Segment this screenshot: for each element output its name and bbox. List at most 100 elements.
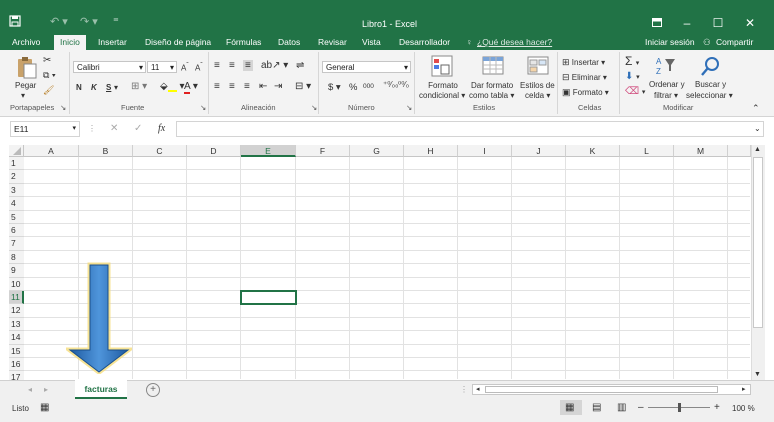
currency-button[interactable]: $ ▾ — [328, 82, 341, 93]
row-header-4[interactable]: 4 — [9, 197, 24, 211]
increase-indent-icon[interactable]: ⇥ — [274, 81, 282, 92]
borders-icon[interactable]: ⊞ ▾ — [131, 81, 147, 92]
delete-cells-button[interactable]: ⊟ Eliminar ▾ — [562, 72, 607, 83]
align-left-icon[interactable]: ≡ — [214, 81, 220, 92]
number-launcher-icon[interactable]: ↘ — [406, 103, 412, 112]
find-select-line2[interactable]: seleccionar ▾ — [686, 91, 733, 100]
column-header-I[interactable]: I — [458, 145, 512, 157]
align-bottom-icon[interactable]: ≡ — [243, 60, 253, 71]
italic-button[interactable]: K — [91, 83, 97, 92]
align-center-icon[interactable]: ≡ — [229, 81, 235, 92]
column-header-F[interactable]: F — [296, 145, 350, 157]
column-header-D[interactable]: D — [187, 145, 241, 157]
decrease-indent-icon[interactable]: ⇤ — [259, 81, 267, 92]
clipboard-launcher-icon[interactable]: ↘ — [60, 103, 66, 112]
minimize-button[interactable]: – — [672, 14, 702, 32]
scroll-down-icon[interactable]: ▼ — [754, 371, 761, 378]
redo-icon[interactable]: ↷ ▾ — [80, 15, 98, 28]
number-format-select[interactable]: General ▾ — [322, 61, 411, 73]
next-sheet-icon[interactable]: ▸ — [44, 385, 48, 394]
horizontal-scroll-thumb[interactable] — [485, 386, 718, 393]
maximize-button[interactable]: ☐ — [703, 14, 733, 32]
zoom-slider-thumb[interactable] — [678, 403, 681, 412]
insert-function-icon[interactable]: fx — [158, 123, 165, 134]
vertical-scroll-thumb[interactable] — [753, 157, 763, 328]
sheet-tab-facturas[interactable]: facturas — [75, 380, 127, 399]
font-name-select[interactable]: Calibri ▾ — [73, 61, 146, 73]
align-top-icon[interactable]: ≡ — [214, 60, 220, 71]
close-button[interactable]: ✕ — [735, 14, 765, 32]
find-select-line1[interactable]: Buscar y — [695, 80, 726, 89]
tab-vista[interactable]: Vista — [362, 35, 381, 50]
underline-dropdown-icon[interactable]: ▾ — [114, 83, 118, 92]
row-header-12[interactable]: 12 — [9, 304, 24, 318]
grow-font-icon[interactable]: Aˆ — [181, 62, 189, 73]
tab-datos[interactable]: Datos — [278, 35, 300, 50]
tell-me-input[interactable]: ¿Qué desea hacer? — [477, 35, 552, 50]
column-header-B[interactable]: B — [79, 145, 133, 157]
row-header-9[interactable]: 9 — [9, 264, 24, 278]
customize-qat-icon[interactable]: ⁼ — [113, 15, 119, 28]
merge-center-icon[interactable]: ⊟ ▾ — [295, 81, 311, 92]
sort-filter-line1[interactable]: Ordenar y — [649, 80, 685, 89]
name-box[interactable]: E11 ▾ — [10, 121, 80, 137]
decrease-decimal-icon[interactable]: ⁰⁰⁄₀ — [398, 80, 409, 89]
column-header-G[interactable]: G — [350, 145, 404, 157]
sort-filter-line2[interactable]: filtrar ▾ — [654, 91, 678, 100]
scroll-up-icon[interactable]: ▲ — [754, 146, 761, 153]
increase-decimal-icon[interactable]: ⁺⁰⁄₀₀ — [383, 80, 398, 89]
enter-entry-icon[interactable]: ✓ — [134, 123, 142, 134]
row-header-5[interactable]: 5 — [9, 210, 24, 224]
align-middle-icon[interactable]: ≡ — [229, 60, 235, 71]
underline-button[interactable]: S — [106, 83, 111, 92]
collapse-ribbon-icon[interactable]: ⌃ — [752, 103, 760, 114]
column-header-E[interactable]: E — [241, 145, 296, 157]
share-button[interactable]: Compartir — [716, 35, 753, 50]
active-cell-selection[interactable] — [240, 290, 297, 306]
tab-insertar[interactable]: Insertar — [98, 35, 127, 50]
zoom-in-icon[interactable]: + — [714, 402, 720, 413]
row-header-10[interactable]: 10 — [9, 277, 24, 291]
row-header-2[interactable]: 2 — [9, 170, 24, 184]
tab-desarrollador[interactable]: Desarrollador — [399, 35, 450, 50]
prev-sheet-icon[interactable]: ◂ — [28, 385, 32, 394]
row-header-11[interactable]: 11 — [9, 291, 24, 305]
page-layout-view-icon[interactable]: ▤ — [592, 402, 601, 413]
paste-label[interactable]: Pegar — [15, 81, 36, 90]
insert-cells-button[interactable]: ⊞ Insertar ▾ — [562, 57, 605, 68]
tab-split-grip-icon[interactable]: ⋮ — [460, 385, 468, 394]
column-header-C[interactable]: C — [133, 145, 187, 157]
select-all-corner[interactable] — [9, 145, 24, 157]
font-size-select[interactable]: 11 ▾ — [147, 61, 177, 73]
cell-styles-line1[interactable]: Estilos de — [520, 81, 555, 90]
percent-button[interactable]: % — [349, 82, 357, 93]
find-select-icon[interactable] — [700, 55, 722, 79]
column-header-A[interactable]: A — [24, 145, 79, 157]
row-header-7[interactable]: 7 — [9, 237, 24, 251]
scroll-left-icon[interactable]: ◂ — [476, 385, 480, 393]
column-header-H[interactable]: H — [404, 145, 458, 157]
font-launcher-icon[interactable]: ↘ — [200, 103, 206, 112]
paste-dropdown-icon[interactable]: ▾ — [21, 91, 25, 100]
row-header-1[interactable]: 1 — [9, 157, 24, 171]
format-as-table-line2[interactable]: como tabla ▾ — [469, 91, 514, 100]
cell-styles-icon[interactable] — [527, 55, 549, 79]
row-header-15[interactable]: 15 — [9, 344, 24, 358]
tab-formulas[interactable]: Fórmulas — [226, 35, 261, 50]
cut-icon[interactable]: ✂ — [43, 55, 51, 66]
align-right-icon[interactable]: ≡ — [244, 81, 250, 92]
sort-filter-icon[interactable]: AZ — [654, 55, 676, 79]
fill-icon[interactable]: ⬇ ▾ — [625, 71, 640, 82]
autosum-icon[interactable]: Σ ▾ — [625, 54, 639, 68]
expand-formula-icon[interactable]: ⌄ — [754, 124, 761, 133]
zoom-out-icon[interactable]: – — [638, 402, 644, 413]
tab-inicio[interactable]: Inicio — [54, 35, 86, 51]
ribbon-display-icon[interactable] — [642, 14, 672, 32]
column-header-L[interactable]: L — [620, 145, 674, 157]
tab-diseno-pagina[interactable]: Diseño de página — [145, 35, 211, 50]
alignment-launcher-icon[interactable]: ↘ — [311, 103, 317, 112]
tab-revisar[interactable]: Revisar — [318, 35, 347, 50]
bold-button[interactable]: N — [76, 83, 82, 92]
page-break-view-icon[interactable]: ▥ — [617, 402, 626, 413]
clear-icon[interactable]: ⌫ ▾ — [625, 86, 645, 97]
